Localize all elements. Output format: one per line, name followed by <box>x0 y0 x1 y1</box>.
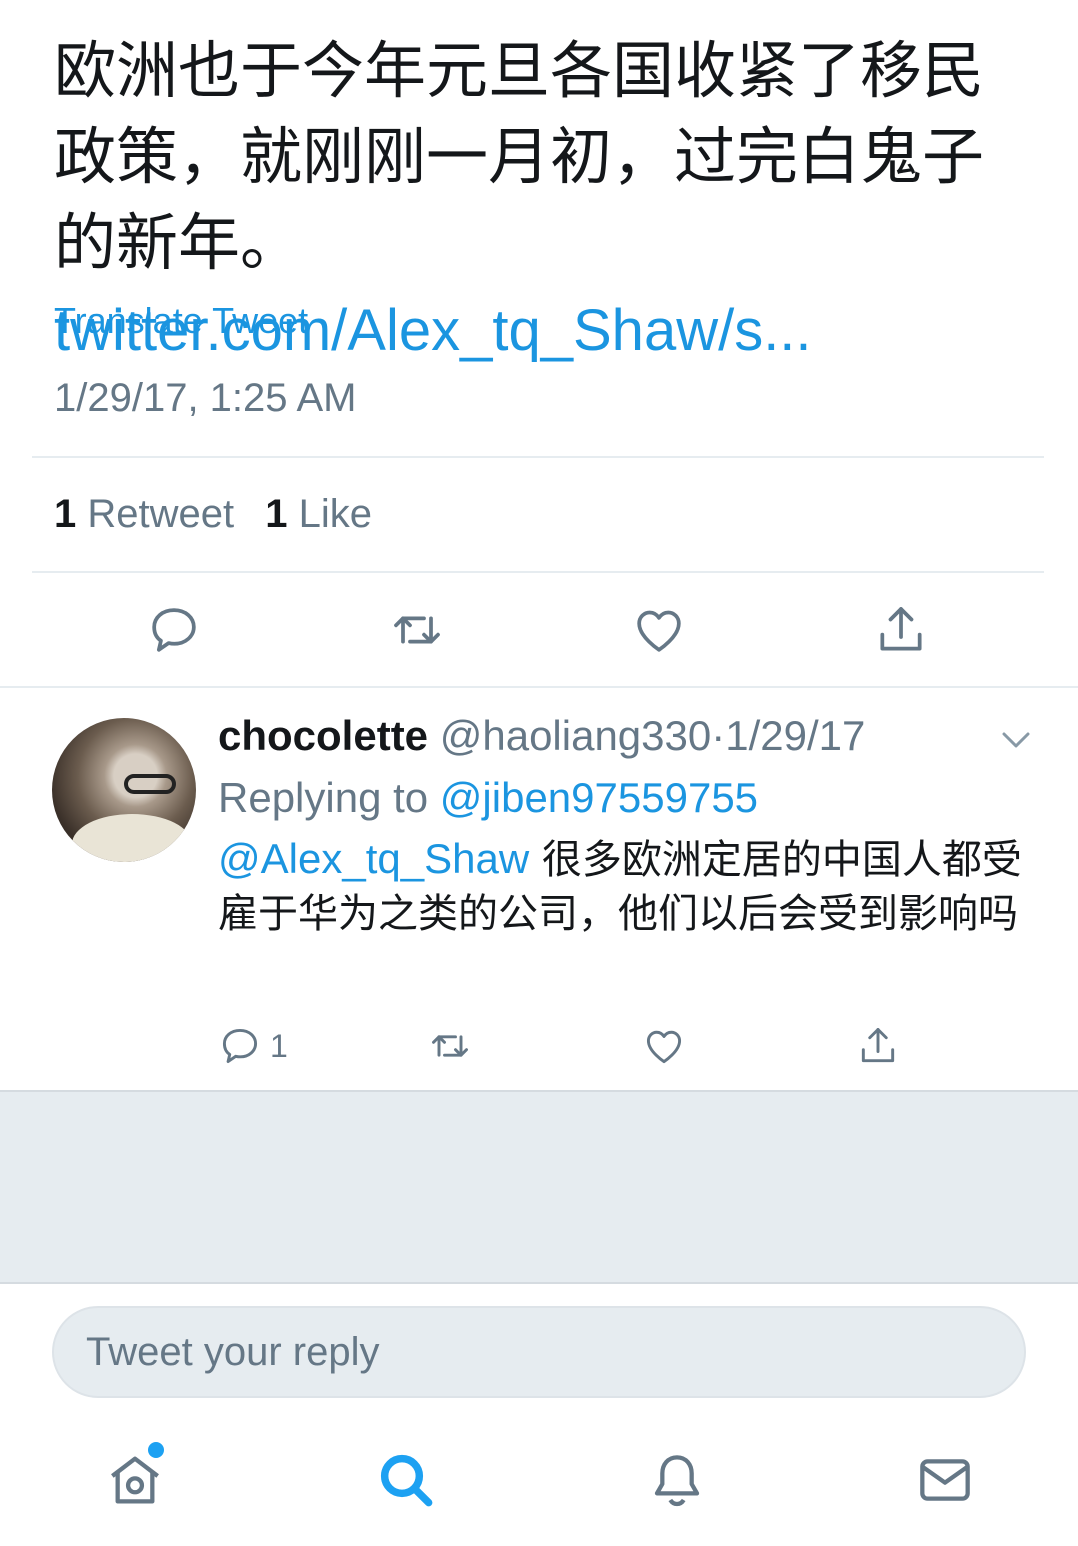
replying-to: Replying to @jiben97559755 <box>218 774 758 822</box>
search-icon <box>380 1454 433 1507</box>
divider <box>32 571 1044 573</box>
share-icon <box>861 1028 895 1063</box>
tweet-stats: 1 Retweet 1 Like <box>54 492 372 537</box>
share-button[interactable] <box>856 590 946 670</box>
share-icon <box>880 607 922 651</box>
messages-icon <box>920 1459 970 1501</box>
tab-notifications[interactable] <box>637 1440 717 1520</box>
retweet-label[interactable]: Retweet <box>87 492 234 536</box>
like-label[interactable]: Like <box>299 492 372 536</box>
replying-to-mention[interactable]: @jiben97559755 <box>440 774 758 821</box>
replying-prefix: Replying to <box>218 774 429 821</box>
chevron-down-icon[interactable] <box>996 724 1036 754</box>
reply-author-name[interactable]: chocolette <box>218 712 428 759</box>
reply-tweet[interactable]: chocolette @haoliang330·1/29/17 Replying… <box>0 688 1078 1090</box>
divider <box>32 456 1044 458</box>
reply-composer[interactable]: Tweet your reply <box>52 1306 1026 1398</box>
reply-share-button[interactable] <box>856 1016 900 1076</box>
tab-search[interactable] <box>366 1440 446 1520</box>
reply-count: 1 <box>270 1027 288 1064</box>
retweet-count: 1 <box>54 492 77 536</box>
reply-button[interactable] <box>129 590 219 670</box>
like-icon <box>646 1030 682 1064</box>
reply-author-handle[interactable]: @haoliang330 <box>440 712 712 759</box>
like-count: 1 <box>265 492 288 536</box>
avatar-glasses <box>124 774 176 794</box>
translate-tweet-link[interactable]: Translate Tweet <box>54 300 308 342</box>
retweet-icon <box>394 616 440 644</box>
tweet-timestamp: 1/29/17, 1:25 AM <box>54 376 357 420</box>
reply-retweet-button[interactable] <box>428 1016 472 1076</box>
reply-like-button[interactable] <box>642 1016 686 1076</box>
tab-messages[interactable] <box>905 1440 985 1520</box>
empty-area <box>0 1090 1078 1284</box>
reply-action-row: 1 <box>0 1016 1078 1076</box>
retweet-button[interactable] <box>372 590 462 670</box>
notifications-icon <box>654 1455 700 1507</box>
like-button[interactable] <box>614 590 704 670</box>
avatar-shirt <box>72 814 192 862</box>
tweet-action-row <box>0 590 1078 670</box>
reply-composer-placeholder: Tweet your reply <box>86 1330 380 1374</box>
bottom-tab-bar <box>0 1430 1078 1540</box>
reply-icon <box>152 608 196 652</box>
home-unread-dot <box>148 1442 164 1458</box>
reply-separator: · <box>711 712 726 759</box>
retweet-icon <box>432 1035 468 1057</box>
avatar[interactable] <box>52 718 196 862</box>
reply-date: 1/29/17 <box>725 712 866 759</box>
reply-text: @Alex_tq_Shaw 很多欧洲定居的中国人都受雇于华为之类的公司，他们以后… <box>218 832 1038 941</box>
like-icon <box>637 610 681 652</box>
reply-mention[interactable]: @Alex_tq_Shaw <box>218 835 529 882</box>
reply-reply-button[interactable]: 1 <box>218 1016 288 1076</box>
tweet-body: 欧洲也于今年元旦各国收紧了移民政策，就刚刚一月初，过完白鬼子的新年。 <box>54 34 985 279</box>
reply-header: chocolette @haoliang330·1/29/17 <box>218 712 865 760</box>
reply-icon <box>222 1028 258 1064</box>
